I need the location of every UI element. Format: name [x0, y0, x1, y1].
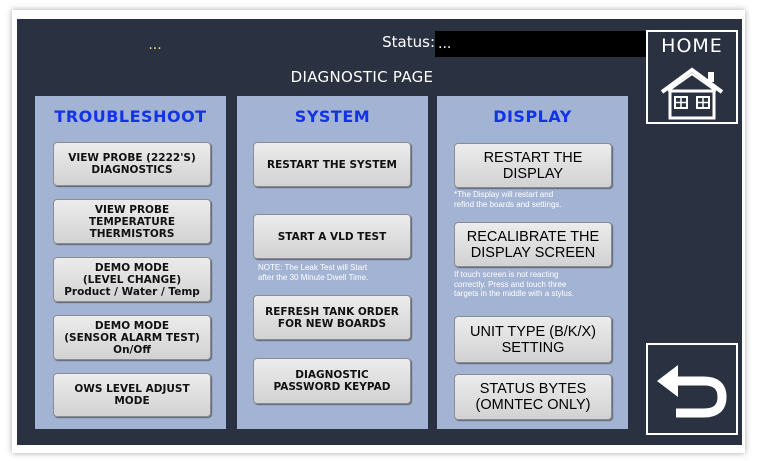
- refresh-tank-order-button[interactable]: REFRESH TANK ORDER FOR NEW BOARDS: [253, 295, 411, 340]
- start-vld-test-button[interactable]: START A VLD TEST: [253, 214, 411, 259]
- restart-display-button[interactable]: RESTART THE DISPLAY: [454, 143, 612, 188]
- house-icon: [660, 67, 724, 120]
- home-label: HOME: [661, 35, 723, 57]
- indicator-dots: ...: [148, 37, 162, 53]
- unit-type-setting-button[interactable]: UNIT TYPE (B/K/X) SETTING: [454, 316, 612, 363]
- view-probe-diagnostics-button[interactable]: VIEW PROBE (2222'S) DIAGNOSTICS: [53, 142, 211, 186]
- status-field: ...: [435, 31, 648, 57]
- demo-mode-sensor-alarm-button[interactable]: DEMO MODE (SENSOR ALARM TEST) On/Off: [53, 315, 211, 360]
- troubleshoot-panel: TROUBLESHOOT VIEW PROBE (2222'S) DIAGNOS…: [35, 96, 226, 429]
- view-probe-thermistors-button[interactable]: VIEW PROBE TEMPERATURE THERMISTORS: [53, 199, 211, 244]
- back-arrow-icon: [657, 365, 727, 418]
- restart-system-button[interactable]: RESTART THE SYSTEM: [253, 142, 411, 187]
- display-panel: DISPLAY RESTART THE DISPLAY *The Display…: [437, 96, 628, 429]
- recalibrate-note: If touch screen is not reacting correctl…: [454, 270, 575, 298]
- status-label: Status:: [382, 33, 435, 51]
- troubleshoot-title: TROUBLESHOOT: [54, 107, 207, 126]
- status-bytes-button[interactable]: STATUS BYTES (OMNTEC ONLY): [454, 374, 612, 420]
- diagnostic-password-keypad-button[interactable]: DIAGNOSTIC PASSWORD KEYPAD: [253, 358, 411, 404]
- recalibrate-display-button[interactable]: RECALIBRATE THE DISPLAY SCREEN: [454, 222, 612, 267]
- diagnostic-screen: ... Status: ... DIAGNOSTIC PAGE TROUBLES…: [17, 19, 742, 445]
- back-button[interactable]: [646, 343, 738, 435]
- restart-display-note: *The Display will restart and refind the…: [454, 190, 562, 209]
- home-button[interactable]: HOME: [646, 30, 738, 124]
- system-title: SYSTEM: [294, 107, 371, 126]
- demo-mode-level-change-button[interactable]: DEMO MODE (LEVEL CHANGE) Product / Water…: [53, 257, 211, 302]
- system-panel: SYSTEM RESTART THE SYSTEM START A VLD TE…: [237, 96, 428, 429]
- leak-test-note: NOTE: The Leak Test will Start after the…: [258, 263, 369, 282]
- ows-level-adjust-button[interactable]: OWS LEVEL ADJUST MODE: [53, 373, 211, 417]
- page-title: DIAGNOSTIC PAGE: [290, 68, 434, 86]
- display-title: DISPLAY: [493, 107, 572, 126]
